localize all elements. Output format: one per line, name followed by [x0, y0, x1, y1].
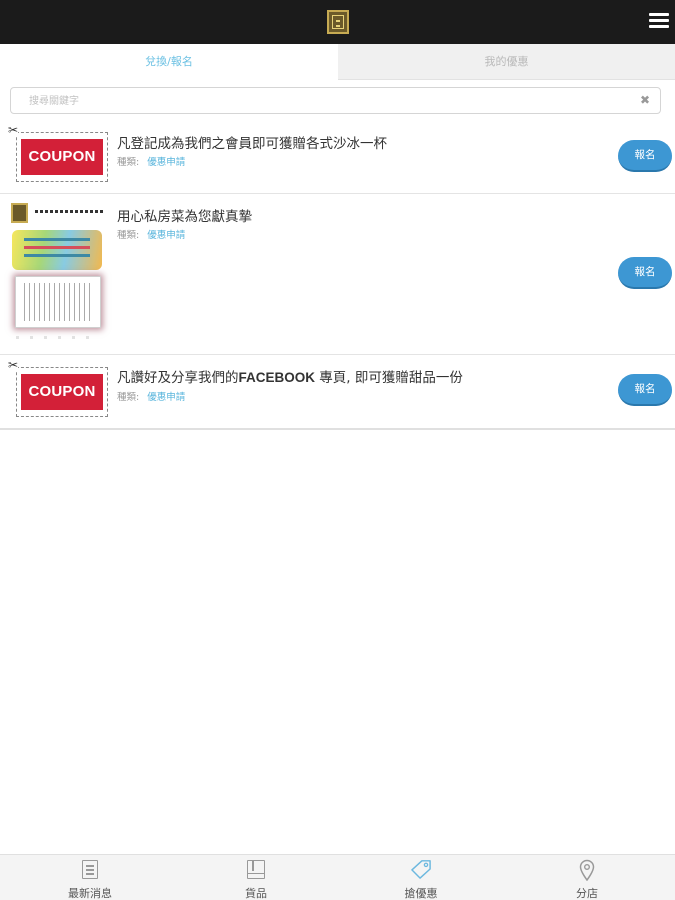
top-bar — [0, 0, 675, 44]
signup-button[interactable]: 報名 — [618, 374, 672, 406]
coupon-thumbnail: COUPON ✂ — [8, 124, 108, 182]
scissors-icon: ✂ — [8, 123, 19, 137]
category-label: 種類: — [117, 157, 140, 168]
tab-redeem-signup[interactable]: 兌換/報名 — [0, 44, 338, 80]
search-input[interactable] — [29, 92, 629, 110]
nav-branches[interactable]: 分店 — [527, 855, 647, 900]
category-label: 種類: — [117, 392, 140, 403]
hamburger-menu-icon[interactable] — [649, 12, 669, 30]
signup-button[interactable]: 報名 — [618, 140, 672, 172]
coupon-label: COUPON — [21, 374, 103, 410]
promo-poster-image — [10, 202, 105, 350]
bottom-nav: 最新消息 貨品 搶優惠 分店 — [0, 854, 675, 900]
coupon-graphic: COUPON — [16, 367, 108, 417]
item-meta: 種類: 優惠申請 — [117, 389, 185, 403]
list-item[interactable]: 用心私房菜為您獻真摯 種類: 優惠申請 報名 — [0, 194, 675, 355]
list-item[interactable]: COUPON ✂ 凡登記成為我們之會員即可獲贈各式沙冰一杯 種類: 優惠申請 報名 — [0, 121, 675, 194]
location-pin-icon — [579, 859, 595, 881]
restaurant-logo-icon — [327, 10, 349, 34]
signup-button[interactable]: 報名 — [618, 257, 672, 289]
restaurant-logo-icon — [11, 203, 28, 223]
nav-products[interactable]: 貨品 — [196, 855, 316, 900]
search-box: ✖ — [10, 87, 661, 114]
nav-label: 搶優惠 — [404, 887, 438, 900]
category-label: 種類: — [117, 230, 140, 241]
list-item[interactable]: COUPON ✂ 凡讚好及分享我們的FACEBOOK 專頁, 即可獲贈甜品一份 … — [0, 355, 675, 430]
close-icon[interactable]: ✖ — [640, 93, 650, 107]
nav-offers[interactable]: 搶優惠 — [361, 855, 481, 900]
item-title: 凡讚好及分享我們的FACEBOOK 專頁, 即可獲贈甜品一份 — [117, 370, 463, 386]
news-icon — [82, 860, 98, 879]
tag-icon — [411, 860, 431, 879]
item-title: 用心私房菜為您獻真摯 — [117, 209, 252, 225]
tab-my-offers[interactable]: 我的優惠 — [338, 44, 675, 80]
nav-label: 分店 — [576, 887, 598, 900]
category-link[interactable]: 優惠申請 — [147, 157, 185, 168]
category-link[interactable]: 優惠申請 — [147, 392, 185, 403]
category-link[interactable]: 優惠申請 — [147, 230, 185, 241]
item-meta: 種類: 優惠申請 — [117, 227, 185, 241]
item-meta: 種類: 優惠申請 — [117, 154, 185, 168]
coupon-thumbnail: COUPON ✂ — [8, 359, 108, 417]
nav-news[interactable]: 最新消息 — [30, 855, 150, 900]
product-book-icon — [247, 860, 265, 879]
tab-bar: 兌換/報名 我的優惠 — [0, 44, 675, 80]
item-title: 凡登記成為我們之會員即可獲贈各式沙冰一杯 — [117, 136, 387, 152]
nav-label: 最新消息 — [68, 887, 112, 900]
scissors-icon: ✂ — [8, 358, 19, 372]
coupon-label: COUPON — [21, 139, 103, 175]
coupon-graphic: COUPON — [16, 132, 108, 182]
nav-label: 貨品 — [245, 887, 267, 900]
